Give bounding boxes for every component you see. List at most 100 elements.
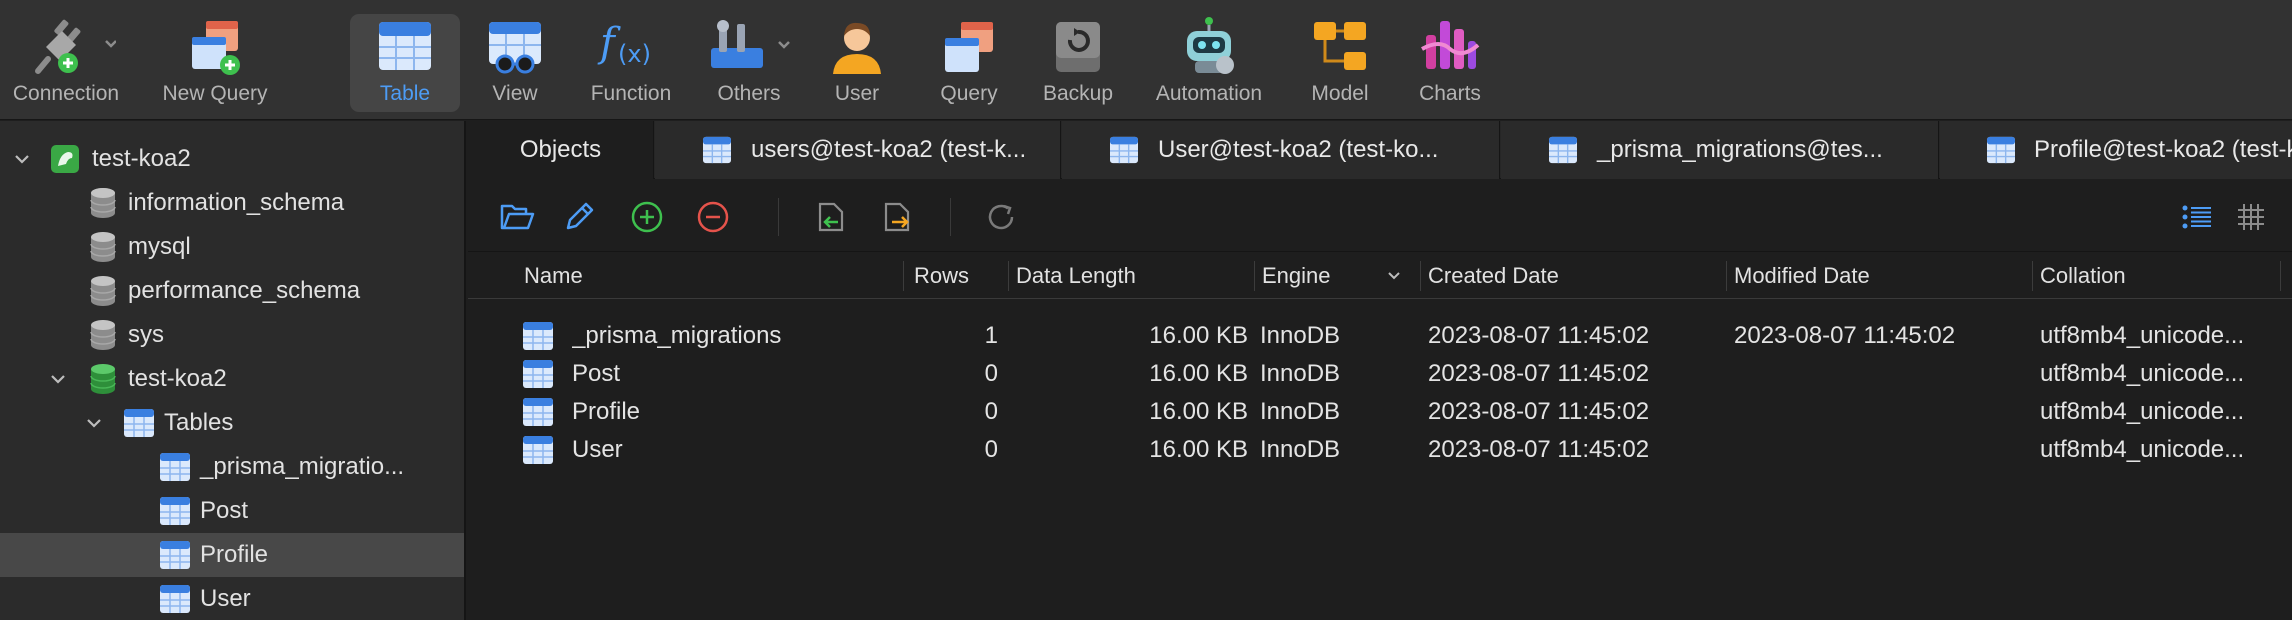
table-node-prisma-migrations[interactable]: _prisma_migratio... <box>0 445 464 489</box>
plug-icon <box>16 14 116 78</box>
column-divider[interactable] <box>1008 261 1009 291</box>
query-button[interactable]: Query <box>926 14 1012 112</box>
design-table-button[interactable] <box>560 198 598 236</box>
table-button[interactable]: Table <box>350 14 460 112</box>
tables-folder-icon <box>122 406 156 440</box>
column-header-created-date[interactable]: Created Date <box>1428 253 1559 299</box>
table-icon <box>522 431 554 469</box>
table-icon <box>522 355 554 393</box>
cell-engine: InnoDB <box>1260 398 1341 425</box>
tab-users-table[interactable]: users@test-koa2 (test-k... <box>655 121 1061 179</box>
table-node-user[interactable]: User <box>0 577 464 620</box>
folder-open-icon <box>500 204 535 230</box>
database-node-performance-schema[interactable]: performance_schema <box>0 269 464 313</box>
backup-icon <box>1048 14 1108 78</box>
tab-profile-table[interactable]: Profile@test-koa2 (test-k <box>1940 121 2292 179</box>
refresh-button[interactable] <box>982 198 1020 236</box>
cell-data-length: 16.00 KB <box>1149 436 1248 463</box>
tab-user-table[interactable]: User@test-koa2 (test-ko... <box>1062 121 1500 179</box>
new-table-button[interactable] <box>628 198 666 236</box>
tab-label: users@test-koa2 (test-k... <box>751 136 1027 163</box>
pencil-icon <box>566 202 594 230</box>
table-row[interactable]: _prisma_migrations 1 16.00 KB InnoDB 202… <box>468 317 2292 355</box>
delete-table-button[interactable] <box>694 198 732 236</box>
tables-folder-node[interactable]: Tables <box>0 401 464 445</box>
database-node-information-schema[interactable]: information_schema <box>0 181 464 225</box>
cell-created-date: 2023-08-07 11:45:02 <box>1428 398 1650 425</box>
list-view-button[interactable] <box>2178 198 2216 236</box>
list-view-icon <box>2182 205 2211 229</box>
column-divider[interactable] <box>2032 261 2033 291</box>
function-button[interactable]: f (x) Function <box>578 14 684 112</box>
cell-modified-date <box>1734 431 2028 469</box>
cell-collation: utf8mb4_unicode... <box>2040 322 2245 349</box>
view-label: View <box>492 82 538 105</box>
cell-created-date: 2023-08-07 11:45:02 <box>1428 436 1650 463</box>
connection-label: Connection <box>12 82 120 105</box>
table-label: Table <box>379 82 431 105</box>
column-header-collation[interactable]: Collation <box>2040 253 2126 299</box>
model-button[interactable]: Model <box>1296 14 1384 112</box>
tab-label: _prisma_migrations@tes... <box>1597 136 1883 163</box>
backup-button[interactable]: Backup <box>1034 14 1122 112</box>
column-header-data-length[interactable]: Data Length <box>1016 253 1136 299</box>
database-node-sys[interactable]: sys <box>0 313 464 357</box>
automation-button[interactable]: Automation <box>1144 14 1274 112</box>
cell-engine: InnoDB <box>1260 322 1341 349</box>
table-row[interactable]: Profile 0 16.00 KB InnoDB 2023-08-07 11:… <box>468 393 2292 431</box>
remove-icon <box>697 201 729 233</box>
user-button[interactable]: User <box>812 14 902 112</box>
main-panel: Objects users@test-koa2 (test-k... User@… <box>468 121 2292 620</box>
chevron-down-icon[interactable] <box>82 411 106 435</box>
table-icon <box>158 538 192 572</box>
model-label: Model <box>1311 82 1369 105</box>
chevron-down-icon[interactable] <box>46 367 70 391</box>
connection-node-label: test-koa2 <box>92 145 191 172</box>
others-button[interactable]: Others <box>700 14 798 112</box>
column-header-name[interactable]: Name <box>524 253 583 299</box>
open-table-button[interactable] <box>498 198 536 236</box>
table-node-post[interactable]: Post <box>0 489 464 533</box>
grid-view-button[interactable] <box>2232 198 2270 236</box>
view-button[interactable]: View <box>470 14 560 112</box>
import-icon <box>818 202 844 232</box>
charts-button[interactable]: Charts <box>1404 14 1496 112</box>
database-node-mysql[interactable]: mysql <box>0 225 464 269</box>
table-row[interactable]: Post 0 16.00 KB InnoDB 2023-08-07 11:45:… <box>468 355 2292 393</box>
column-header-engine[interactable]: Engine <box>1262 253 1331 299</box>
column-header-rows[interactable]: Rows <box>914 253 969 299</box>
column-divider[interactable] <box>1420 261 1421 291</box>
import-wizard-button[interactable] <box>812 198 850 236</box>
new-query-label: New Query <box>162 82 268 105</box>
table-node-profile[interactable]: Profile <box>0 533 464 577</box>
backup-label: Backup <box>1042 82 1114 105</box>
svg-text:(x): (x) <box>618 40 651 68</box>
table-row[interactable]: User 0 16.00 KB InnoDB 2023-08-07 11:45:… <box>468 431 2292 469</box>
tab-prisma-migrations-table[interactable]: _prisma_migrations@tes... <box>1501 121 1939 179</box>
column-header-modified-date[interactable]: Modified Date <box>1734 253 1870 299</box>
column-divider[interactable] <box>903 261 904 291</box>
cell-created-date: 2023-08-07 11:45:02 <box>1428 360 1650 387</box>
robot-icon <box>1177 14 1241 78</box>
sort-chevron-icon[interactable] <box>1386 253 1402 299</box>
new-query-button[interactable]: New Query <box>156 14 274 112</box>
column-divider[interactable] <box>1726 261 1727 291</box>
cell-data-length: 16.00 KB <box>1149 398 1248 425</box>
connection-node[interactable]: test-koa2 <box>0 137 464 181</box>
cell-modified-date: 2023-08-07 11:45:02 <box>1734 322 1956 349</box>
table-node-label: _prisma_migratio... <box>200 453 405 480</box>
tab-bar: Objects users@test-koa2 (test-k... User@… <box>468 121 2292 179</box>
cell-name: _prisma_migrations <box>572 322 782 349</box>
chevron-down-icon[interactable] <box>10 147 34 171</box>
column-divider[interactable] <box>1254 261 1255 291</box>
database-node-test-koa2[interactable]: test-koa2 <box>0 357 464 401</box>
export-wizard-button[interactable] <box>878 198 916 236</box>
open-database-icon <box>86 362 120 396</box>
tab-objects[interactable]: Objects <box>468 121 654 179</box>
database-icon <box>86 274 120 308</box>
tab-label: Profile@test-koa2 (test-k <box>2034 136 2292 163</box>
table-icon <box>1547 134 1579 166</box>
automation-label: Automation <box>1155 82 1263 105</box>
connection-button[interactable]: Connection <box>0 14 132 112</box>
column-divider[interactable] <box>2280 261 2281 291</box>
